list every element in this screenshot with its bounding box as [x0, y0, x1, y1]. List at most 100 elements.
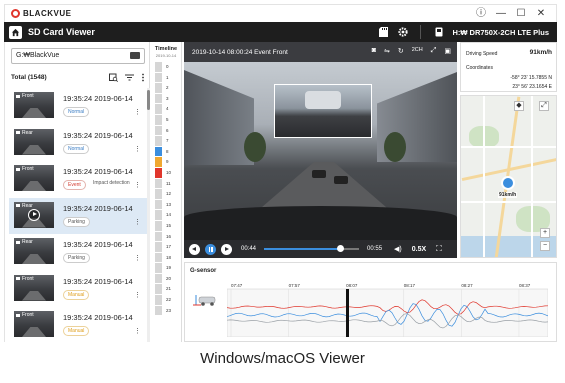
timeline-hour-cell[interactable] — [155, 242, 162, 252]
timeline-hour-cell[interactable] — [155, 146, 162, 157]
item-menu-icon[interactable]: ⋮ — [134, 254, 141, 262]
timeline-hour-cell[interactable] — [155, 104, 162, 114]
timeline-hour-cell[interactable] — [155, 157, 162, 167]
longitude-value: 23° 56' 23.1654 E — [512, 84, 552, 90]
layers-icon[interactable]: ◆ — [514, 101, 524, 111]
timeline-hour-cell[interactable] — [155, 189, 162, 199]
record-type-badge: Normal — [63, 107, 90, 117]
timeline-hour-cell[interactable] — [155, 220, 162, 231]
play-icon[interactable] — [28, 208, 40, 221]
timeline-hour-cell[interactable] — [155, 125, 162, 136]
calendar-search-icon[interactable] — [109, 73, 118, 82]
timeline-hour-cell[interactable] — [155, 284, 162, 295]
item-menu-icon[interactable]: ⋮ — [134, 327, 141, 335]
gear-icon[interactable] — [397, 27, 408, 38]
camera-tag: Front — [16, 166, 34, 172]
timeline-title: Timeline — [154, 46, 178, 52]
pip-icon[interactable]: ▣ — [444, 47, 451, 55]
folder-path-field[interactable]: G:₩BlackVue — [11, 48, 145, 64]
item-datetime: 19:35:24 2019-06-14 — [63, 277, 133, 286]
video-player[interactable]: 2019-10-14 08:00:24 Event Front ◙ ⇋ ↻ 2C… — [184, 42, 457, 258]
gps-map[interactable]: 91km/h ◆ ⤢ + − — [460, 95, 557, 258]
filter-icon[interactable] — [125, 73, 134, 82]
item-time: 19:35:24 — [63, 313, 93, 322]
device-icon — [433, 27, 444, 38]
channel-toggle[interactable]: 2CH — [412, 47, 423, 55]
file-list-item[interactable]: Front 19:35:24 2019-06-14 Manual ⋮ — [9, 271, 147, 308]
timeline-hour-cell[interactable] — [155, 273, 162, 284]
volume-icon[interactable]: ◀) — [394, 245, 402, 253]
home-button[interactable] — [9, 25, 22, 39]
timeline-hour-cell[interactable] — [155, 231, 162, 242]
timeline-hour-cell[interactable] — [155, 295, 162, 305]
item-menu-icon[interactable]: ⋮ — [134, 291, 141, 299]
seek-bar[interactable] — [264, 245, 360, 252]
file-list-item[interactable]: Rear 19:35:24 2019-06-14 Parking ⋮ — [9, 197, 147, 234]
playback-speed[interactable]: 0.5X — [412, 246, 426, 253]
file-list-item[interactable]: Front 19:35:24 2019-06-14 Manual ⋮ — [9, 307, 147, 344]
timeline-hour-cell[interactable] — [155, 252, 162, 263]
location-pin-icon[interactable] — [501, 176, 515, 190]
fullscreen-icon[interactable]: ⛶ — [436, 244, 442, 254]
zoom-out-button[interactable]: − — [540, 241, 550, 251]
timeline-date: 2019-10-14 — [155, 53, 177, 58]
scrollbar-thumb[interactable] — [147, 90, 150, 110]
timeline-hour-cell[interactable] — [155, 136, 162, 146]
rotate-icon[interactable]: ↻ — [398, 47, 404, 55]
timeline-hour-label: 6 — [166, 127, 169, 133]
next-button[interactable] — [221, 243, 232, 255]
caption: Windows/macOS Viewer — [200, 350, 365, 367]
timeline-hour-cell[interactable] — [155, 62, 162, 72]
camera-icon[interactable]: ◙ — [372, 47, 376, 55]
expand-icon[interactable]: ⤢ — [431, 47, 437, 55]
car-axis-icon — [193, 295, 216, 306]
more-options-icon[interactable] — [141, 73, 145, 82]
timeline-hour-label: 22 — [166, 297, 172, 303]
zoom-in-button[interactable]: + — [540, 228, 550, 238]
timeline-hour-label: 12 — [166, 191, 172, 197]
item-time: 19:35:24 — [63, 94, 93, 103]
item-menu-icon[interactable]: ⋮ — [134, 218, 141, 226]
item-time: 19:35:24 — [63, 276, 93, 286]
rear-camera-pip[interactable] — [274, 84, 372, 138]
gps-info-panel: Driving Speed 91km/h Coordinates -58° 23… — [460, 42, 557, 92]
g-sensor-cursor[interactable] — [346, 289, 349, 337]
sd-card-icon[interactable] — [378, 27, 389, 38]
map-fullscreen-icon[interactable]: ⤢ — [539, 101, 549, 111]
timeline-hour-label: 3 — [166, 95, 169, 101]
timeline-hour-cell[interactable] — [155, 263, 162, 273]
timeline-hour-cell[interactable] — [155, 83, 162, 93]
timeline-hour-cell[interactable] — [155, 210, 162, 220]
timeline-hour-label: 5 — [166, 116, 169, 122]
g-sensor-graph[interactable]: 07:47 07:57 08:07 08:17 08:27 08:37 — [227, 281, 548, 337]
timeline-hour-cell[interactable] — [155, 199, 162, 210]
maximize-button[interactable]: ☐ — [516, 8, 526, 19]
timeline-hour-cell[interactable] — [155, 167, 162, 178]
timeline-hour-cell[interactable] — [155, 305, 162, 316]
file-list-item[interactable]: Front 19:35:24 2019-06-14 Event Impact d… — [9, 161, 147, 198]
pause-button[interactable] — [205, 243, 216, 255]
info-icon[interactable]: ⓘ — [476, 8, 486, 19]
file-list-item[interactable]: Rear 19:35:24 2019-06-14 Parking ⋮ — [9, 234, 147, 271]
item-menu-icon[interactable]: ⋮ — [134, 108, 141, 116]
previous-button[interactable] — [189, 243, 200, 255]
file-list-item[interactable]: Rear 19:35:24 2019-06-14 Normal ⋮ — [9, 125, 147, 162]
timeline-hour-cell[interactable] — [155, 114, 162, 125]
item-datetime: 19:35:24 2019-06-14 — [63, 131, 133, 140]
seek-handle[interactable] — [337, 245, 345, 252]
timeline-hour-cell[interactable] — [155, 93, 162, 104]
item-menu-icon[interactable]: ⋮ — [134, 145, 141, 153]
camera-icon — [16, 204, 20, 207]
file-list-scrollbar[interactable] — [147, 88, 150, 342]
item-menu-icon[interactable]: ⋮ — [134, 181, 141, 189]
item-date: 2019-06-14 — [94, 313, 133, 322]
flip-icon[interactable]: ⇋ — [384, 47, 390, 55]
timeline-hour-label: 1 — [166, 74, 169, 80]
total-time: 00:55 — [367, 246, 383, 252]
minimize-button[interactable]: — — [496, 8, 506, 19]
close-button[interactable]: ✕ — [536, 8, 546, 19]
folder-icon[interactable] — [130, 52, 140, 59]
timeline-hour-cell[interactable] — [155, 178, 162, 189]
file-list-item[interactable]: Front 19:35:24 2019-06-14 Normal ⋮ — [9, 88, 147, 125]
timeline-hour-cell[interactable] — [155, 72, 162, 83]
